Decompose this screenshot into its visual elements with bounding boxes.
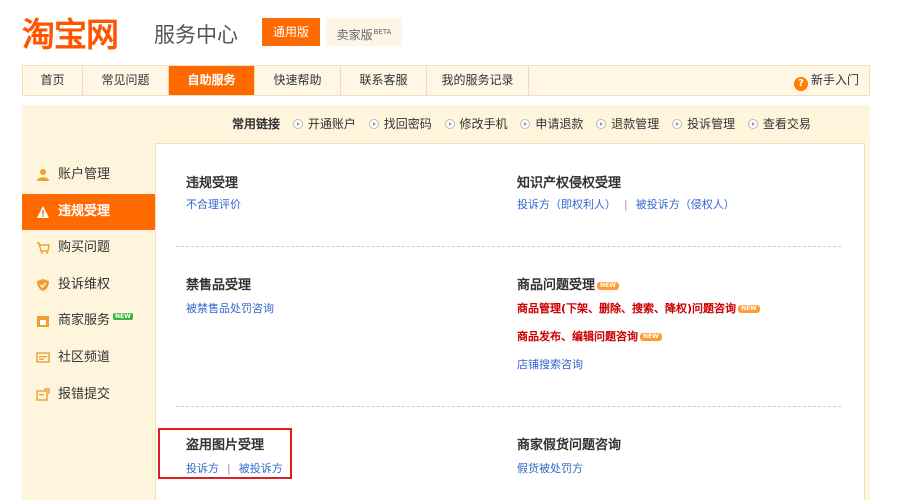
- quick-link-open-account[interactable]: 开通账户: [292, 117, 356, 131]
- sidebar-item-label: 社区频道: [58, 350, 111, 365]
- quick-links-label: 常用链接: [232, 117, 281, 131]
- ip-links: 投诉方（即权利人） | 被投诉方（侵权人）: [517, 196, 735, 212]
- section-title-product: 商品问题受理 NEW: [517, 274, 619, 293]
- sidebar-item-label: 购买问题: [58, 240, 111, 255]
- sidebar-item-label: 商家服务: [58, 313, 111, 328]
- nav-item-quick-help[interactable]: 快速帮助: [255, 66, 341, 95]
- nav-item-my-records[interactable]: 我的服务记录: [427, 66, 529, 95]
- link-unreasonable-review[interactable]: 不合理评价: [186, 198, 241, 211]
- shield-icon: [37, 279, 49, 291]
- report-icon: [36, 388, 50, 401]
- sidebar-item-label: 违规受理: [58, 204, 111, 219]
- beginner-guide-link[interactable]: ? 新手入门: [793, 66, 859, 95]
- link-product-management-label: 商品管理(下架、删除、搜索、降权)问题咨询: [517, 302, 737, 315]
- beta-badge: BETA: [373, 28, 392, 36]
- tab-seller-label: 卖家版: [336, 28, 373, 42]
- banned-links: 被禁售品处罚咨询: [186, 300, 274, 316]
- link-ip-respondent[interactable]: 被投诉方（侵权人）: [636, 198, 735, 211]
- sidebar-item-label: 投诉维权: [58, 277, 111, 292]
- store-icon: [37, 316, 49, 327]
- new-badge: NEW: [640, 333, 662, 341]
- sidebar-item-community[interactable]: 社区频道: [22, 340, 156, 376]
- arrow-circle-icon: [292, 119, 303, 129]
- link-separator: |: [624, 198, 628, 211]
- link-shop-search[interactable]: 店铺搜索咨询: [517, 356, 583, 372]
- sidebar-item-purchase[interactable]: 购买问题: [22, 230, 156, 266]
- taobao-logo[interactable]: 淘宝网: [22, 8, 119, 56]
- new-badge: NEW: [113, 313, 133, 320]
- arrow-circle-icon: [596, 119, 607, 129]
- nav-item-self-service[interactable]: 自助服务: [169, 66, 255, 95]
- new-badge: NEW: [597, 282, 619, 290]
- user-icon: [37, 169, 49, 181]
- sidebar-item-merchant[interactable]: 商家服务 NEW: [22, 303, 156, 339]
- quick-link-label: 退款管理: [611, 117, 660, 131]
- violation-links: 不合理评价: [186, 196, 241, 212]
- section-divider: [176, 246, 841, 247]
- new-badge: NEW: [738, 305, 760, 313]
- main-nav: 首页 常见问题 自助服务 快速帮助 联系客服 我的服务记录 ? 新手入门: [22, 65, 870, 96]
- tab-seller-version[interactable]: 卖家版BETA: [326, 18, 402, 46]
- quick-link-label: 找回密码: [383, 117, 432, 131]
- quick-links-bar: 常用链接 开通账户 找回密码 修改手机 申请退款 退款管理 投诉管理 查看交易: [232, 114, 811, 134]
- quick-link-view-transactions[interactable]: 查看交易: [747, 117, 811, 131]
- quick-link-label: 查看交易: [762, 117, 811, 131]
- section-divider: [176, 406, 841, 407]
- beginner-guide-label: 新手入门: [810, 73, 859, 87]
- cart-icon: [37, 242, 50, 254]
- quick-link-complaint-management[interactable]: 投诉管理: [672, 117, 735, 131]
- section-title-banned: 禁售品受理: [186, 278, 252, 293]
- nav-item-home[interactable]: 首页: [23, 66, 83, 95]
- fake-links: 假货被处罚方: [517, 460, 583, 476]
- arrow-circle-icon: [520, 119, 531, 129]
- link-fake-penalized[interactable]: 假货被处罚方: [517, 462, 583, 475]
- link-product-publish-label: 商品发布、编辑问题咨询: [517, 330, 638, 343]
- link-shop-search-label: 店铺搜索咨询: [517, 358, 583, 371]
- sidebar-item-label: 报错提交: [58, 387, 111, 402]
- arrow-circle-icon: [368, 119, 379, 129]
- tab-general-version[interactable]: 通用版: [262, 18, 320, 46]
- arrow-circle-icon: [747, 119, 758, 129]
- main-area: 常用链接 开通账户 找回密码 修改手机 申请退款 退款管理 投诉管理 查看交易 …: [22, 105, 870, 500]
- sidebar-item-account[interactable]: 账户管理: [22, 157, 156, 193]
- sidebar-item-report-error[interactable]: 报错提交: [22, 377, 156, 413]
- warning-icon: [37, 206, 49, 218]
- sidebar-item-violation[interactable]: 违规受理: [22, 194, 164, 230]
- sidebar-item-label: 账户管理: [58, 167, 111, 182]
- nav-item-faq[interactable]: 常见问题: [83, 66, 169, 95]
- community-icon: [36, 352, 50, 363]
- link-product-management[interactable]: 商品管理(下架、删除、搜索、降权)问题咨询 NEW: [517, 300, 760, 316]
- question-icon: ?: [793, 77, 808, 91]
- quick-link-label: 修改手机: [459, 117, 508, 131]
- arrow-circle-icon: [672, 119, 683, 129]
- link-banned-penalty[interactable]: 被禁售品处罚咨询: [186, 302, 274, 315]
- section-title-product-label: 商品问题受理: [517, 278, 596, 293]
- quick-link-label: 申请退款: [535, 117, 584, 131]
- highlight-box: [158, 428, 292, 479]
- nav-item-contact[interactable]: 联系客服: [341, 66, 427, 95]
- link-ip-complainant[interactable]: 投诉方（即权利人）: [517, 198, 616, 211]
- quick-link-change-phone[interactable]: 修改手机: [444, 117, 508, 131]
- arrow-circle-icon: [444, 119, 455, 129]
- sidebar-item-complaint[interactable]: 投诉维权: [22, 267, 156, 303]
- quick-link-recover-password[interactable]: 找回密码: [368, 117, 432, 131]
- page-subtitle: 服务中心: [154, 23, 238, 47]
- quick-link-refund-management[interactable]: 退款管理: [596, 117, 659, 131]
- link-product-publish[interactable]: 商品发布、编辑问题咨询 NEW: [517, 328, 662, 344]
- quick-link-label: 开通账户: [307, 117, 356, 131]
- section-title-violation: 违规受理: [186, 176, 239, 191]
- quick-link-label: 投诉管理: [687, 117, 736, 131]
- quick-link-request-refund[interactable]: 申请退款: [520, 117, 583, 131]
- section-title-fake: 商家假货问题咨询: [517, 438, 622, 453]
- section-title-ip: 知识产权侵权受理: [517, 176, 622, 191]
